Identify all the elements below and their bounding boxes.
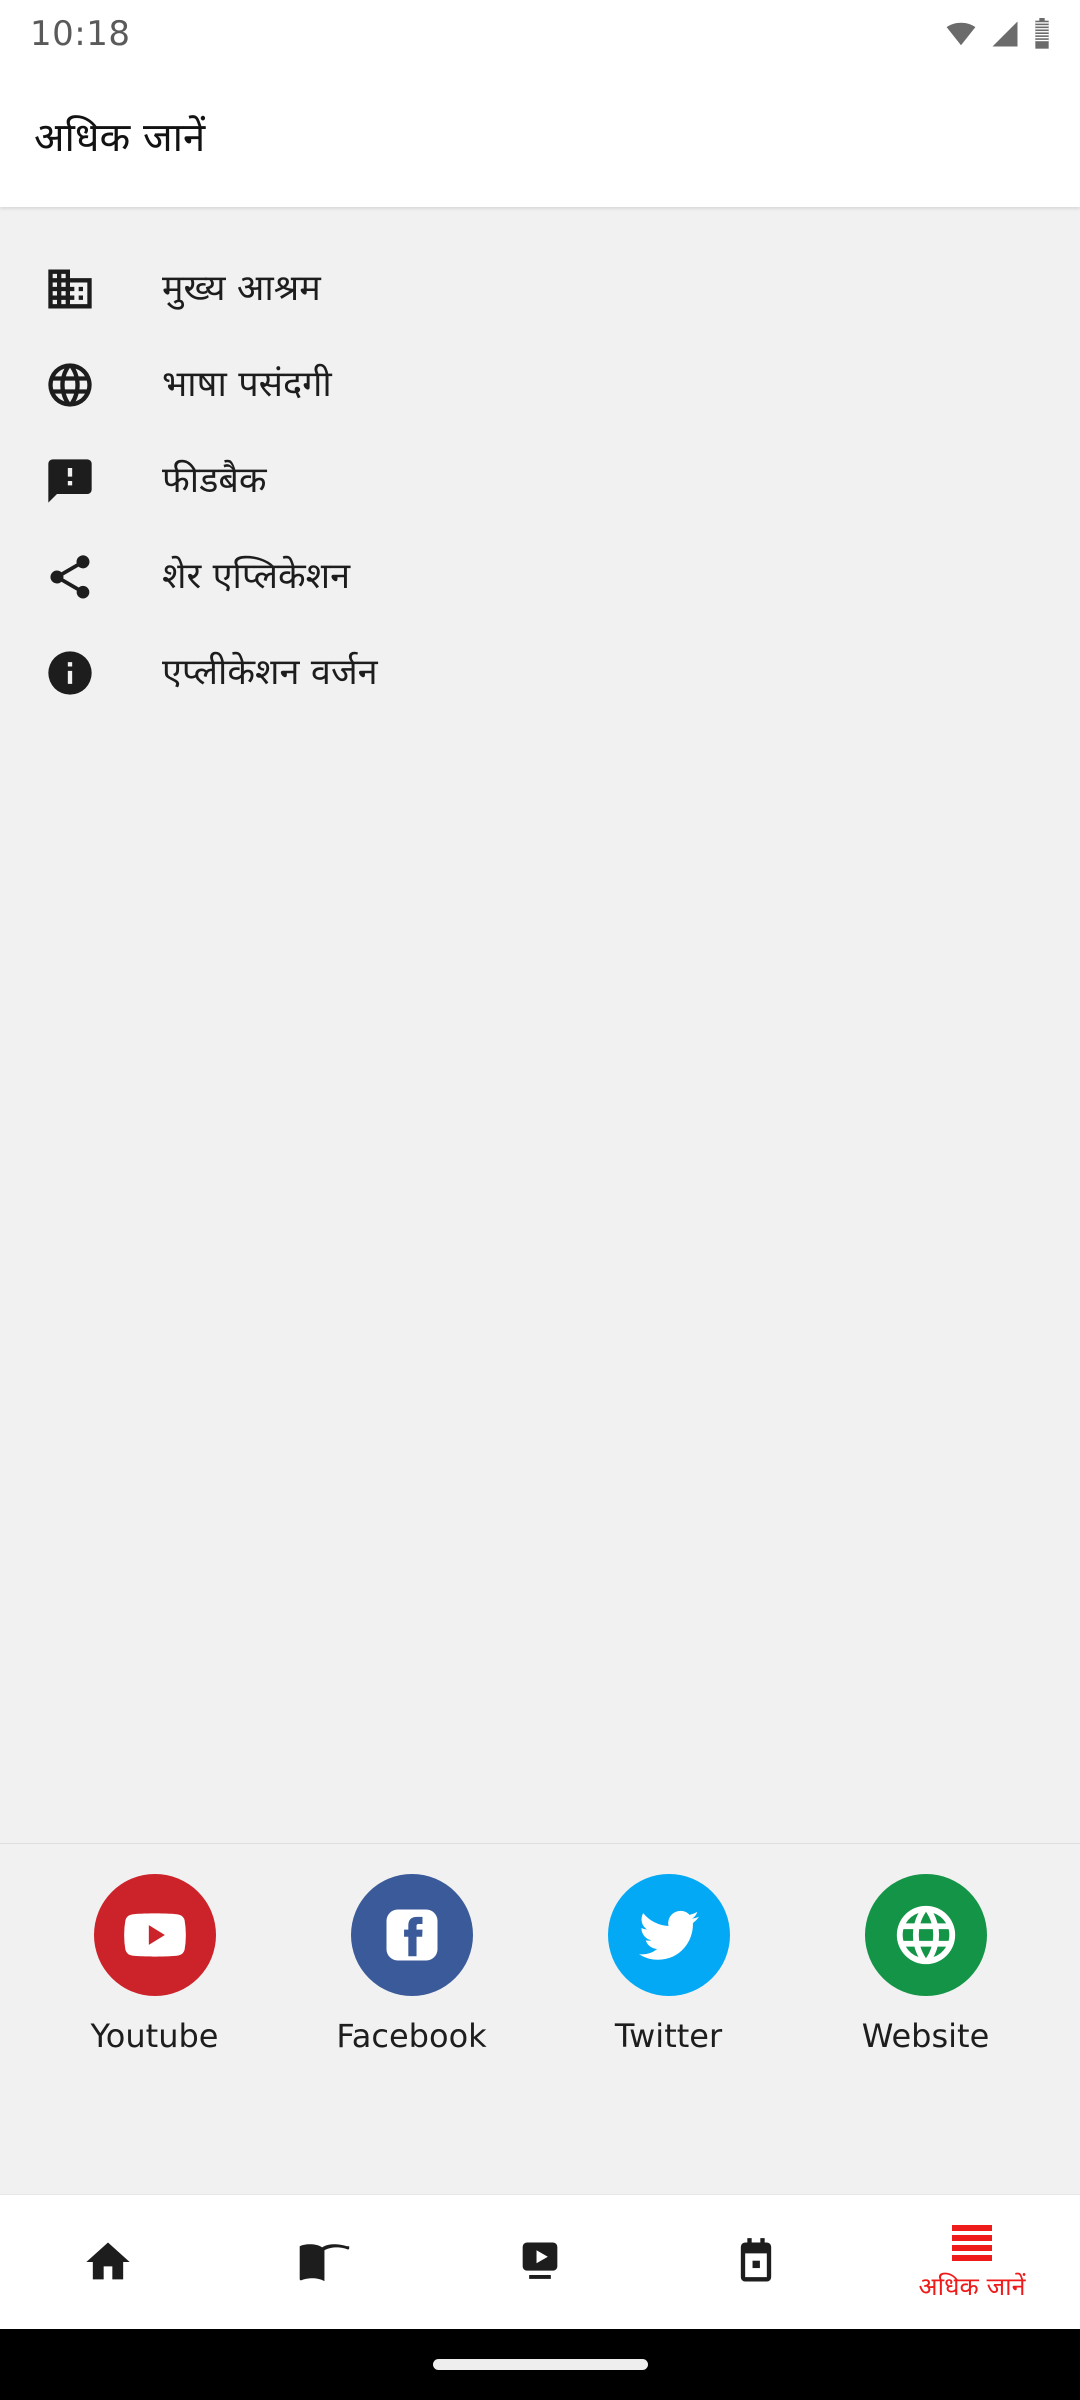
status-bar-icons xyxy=(944,18,1052,50)
share-icon xyxy=(30,529,110,625)
menu-list: मुख्य आश्रम भाषा पसंदगी फीडबैक शेर एप्लि… xyxy=(0,207,1080,721)
wifi-icon xyxy=(944,19,978,49)
status-bar-clock: 10:18 xyxy=(30,14,131,54)
facebook-icon xyxy=(350,1874,473,1996)
building-icon xyxy=(30,241,110,337)
globe-icon xyxy=(30,337,110,433)
website-icon xyxy=(864,1874,987,1996)
nav-item-more[interactable]: अधिक जानें xyxy=(864,2195,1080,2329)
page-title: अधिक जानें xyxy=(34,114,206,161)
twitter-icon xyxy=(607,1874,730,1996)
social-link-label: Facebook xyxy=(336,2017,487,2055)
nav-item-video[interactable] xyxy=(432,2195,648,2329)
video-icon xyxy=(514,2236,566,2288)
cellular-signal-icon xyxy=(989,19,1021,49)
social-link-facebook[interactable]: Facebook xyxy=(326,1874,498,2055)
menu-item-feedback[interactable]: फीडबैक xyxy=(0,433,1080,529)
menu-item-application-version[interactable]: एप्लीकेशन वर्जन xyxy=(0,625,1080,721)
social-bottom-spacer xyxy=(0,2146,1080,2194)
system-gesture-bar xyxy=(0,2329,1080,2400)
bottom-navigation-bar: अधिक जानें xyxy=(0,2194,1080,2329)
feedback-icon xyxy=(30,433,110,529)
book-icon xyxy=(297,2235,351,2289)
social-link-label: Youtube xyxy=(90,2017,219,2055)
menu-item-label: शेर एप्लिकेशन xyxy=(162,555,351,597)
menu-item-label: भाषा पसंदगी xyxy=(162,363,332,405)
app-bar: अधिक जानें xyxy=(0,68,1080,207)
menu-item-label: मुख्य आश्रम xyxy=(162,267,321,309)
info-icon xyxy=(30,625,110,721)
menu-item-share-application[interactable]: शेर एप्लिकेशन xyxy=(0,529,1080,625)
social-links-row: Youtube Facebook Twitter Website xyxy=(0,1844,1080,2146)
nav-item-label: अधिक जानें xyxy=(918,2271,1026,2301)
status-bar: 10:18 xyxy=(0,0,1080,68)
battery-icon xyxy=(1032,18,1052,50)
menu-item-label: फीडबैक xyxy=(162,459,267,501)
youtube-icon xyxy=(93,1874,216,1996)
menu-item-main-ashram[interactable]: मुख्य आश्रम xyxy=(0,241,1080,337)
menu-item-language-preference[interactable]: भाषा पसंदगी xyxy=(0,337,1080,433)
hamburger-icon xyxy=(948,2223,996,2267)
social-link-label: Website xyxy=(861,2017,990,2055)
home-icon xyxy=(82,2236,134,2288)
social-link-twitter[interactable]: Twitter xyxy=(583,1874,755,2055)
nav-item-book[interactable] xyxy=(216,2195,432,2329)
nav-item-home[interactable] xyxy=(0,2195,216,2329)
content-area: मुख्य आश्रम भाषा पसंदगी फीडबैक शेर एप्लि… xyxy=(0,207,1080,1843)
social-link-label: Twitter xyxy=(614,2017,723,2055)
nav-item-calendar[interactable] xyxy=(648,2195,864,2329)
calendar-icon xyxy=(730,2236,782,2288)
gesture-handle[interactable] xyxy=(432,2359,648,2370)
menu-item-label: एप्लीकेशन वर्जन xyxy=(162,651,378,693)
social-link-website[interactable]: Website xyxy=(840,1874,1012,2055)
social-link-youtube[interactable]: Youtube xyxy=(69,1874,241,2055)
app-screen: 10:18 अधिक जानें मुख्य आश्रम भाषा पसंदगी… xyxy=(0,0,1080,2400)
